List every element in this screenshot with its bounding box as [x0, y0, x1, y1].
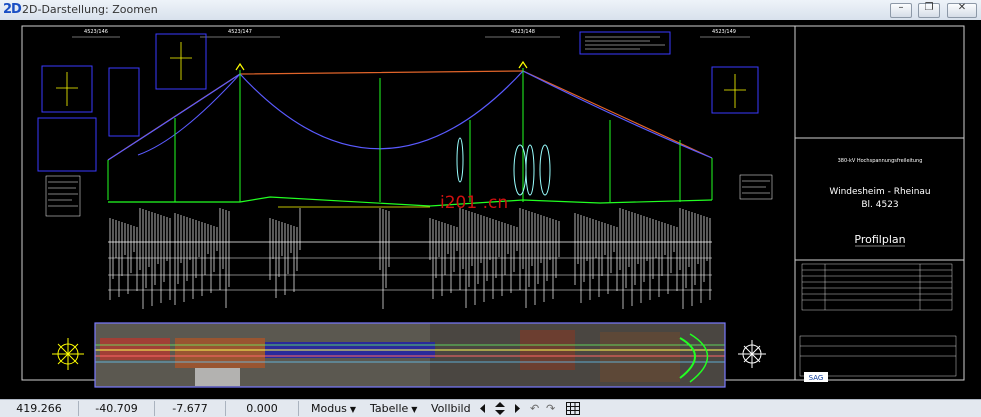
mast-label: 4523/147: [228, 29, 252, 35]
vollbild-button[interactable]: Vollbild: [431, 401, 471, 416]
coord-z-readout: -7.677: [155, 401, 226, 416]
pan-arrows-icon[interactable]: [478, 402, 522, 415]
tabelle-menu-label: Tabelle: [370, 402, 409, 415]
measurement-hatching: [109, 208, 711, 309]
towers: [107, 68, 713, 202]
drawing-canvas[interactable]: 4523/146 4523/147 4523/148 4523/149 i201…: [0, 20, 981, 399]
app-2d-icon: 2D: [3, 2, 22, 17]
modus-menu[interactable]: Modus ▼: [311, 401, 356, 416]
profile-plan-drawing[interactable]: 4523/146 4523/147 4523/148 4523/149 i201…: [0, 20, 981, 399]
redo-icon[interactable]: ↷: [546, 401, 555, 416]
watermark: i201 .cn: [440, 193, 508, 213]
coord-x-readout: 419.266: [0, 401, 79, 416]
status-bar: 419.266 -40.709 -7.677 0.000 Modus ▼ Tabe…: [0, 399, 981, 417]
chevron-down-icon: ▼: [411, 405, 418, 414]
title-block-plan-title: Profilplan: [854, 233, 905, 246]
tabelle-menu[interactable]: Tabelle ▼: [370, 401, 417, 416]
title-block-route: Windesheim - Rheinau: [829, 187, 930, 197]
close-icon: ✕: [957, 2, 967, 13]
mast-label: 4523/146: [84, 29, 108, 35]
title-bar: 2D 2D-Darstellung: Zoomen – ❐ ✕: [0, 0, 981, 21]
side-tables: [45, 174, 773, 217]
sag-logo-text: SAG: [809, 374, 824, 382]
minimize-icon: –: [898, 2, 904, 13]
mast-tops: [235, 60, 528, 71]
aerial-photo-strip: [94, 322, 726, 388]
mast-label: 4523/149: [712, 29, 736, 35]
value-readout: 0.000: [226, 401, 299, 416]
mast-label: 4523/148: [511, 29, 535, 35]
title-block: 380-kV Hochspannungsfreileitung Windeshe…: [829, 158, 930, 246]
title-block-sheet: Bl. 4523: [861, 200, 898, 210]
terrain-profile: [108, 196, 713, 207]
minimize-button[interactable]: –: [890, 2, 912, 18]
modus-menu-label: Modus: [311, 402, 347, 415]
undo-icon[interactable]: ↶: [530, 401, 539, 416]
mast-detail-boxes: [37, 31, 759, 172]
window-title: 2D-Darstellung: Zoomen: [22, 3, 158, 16]
restore-icon: ❐: [924, 2, 934, 13]
restore-button[interactable]: ❐: [918, 2, 940, 18]
compass-icon: [738, 340, 766, 368]
chevron-down-icon: ▼: [349, 405, 357, 414]
close-button[interactable]: ✕: [947, 2, 977, 18]
title-block-header: 380-kV Hochspannungsfreileitung: [838, 158, 923, 164]
grid-icon[interactable]: [566, 402, 580, 415]
coord-y-readout: -40.709: [79, 401, 155, 416]
compass-icon: [52, 338, 84, 370]
